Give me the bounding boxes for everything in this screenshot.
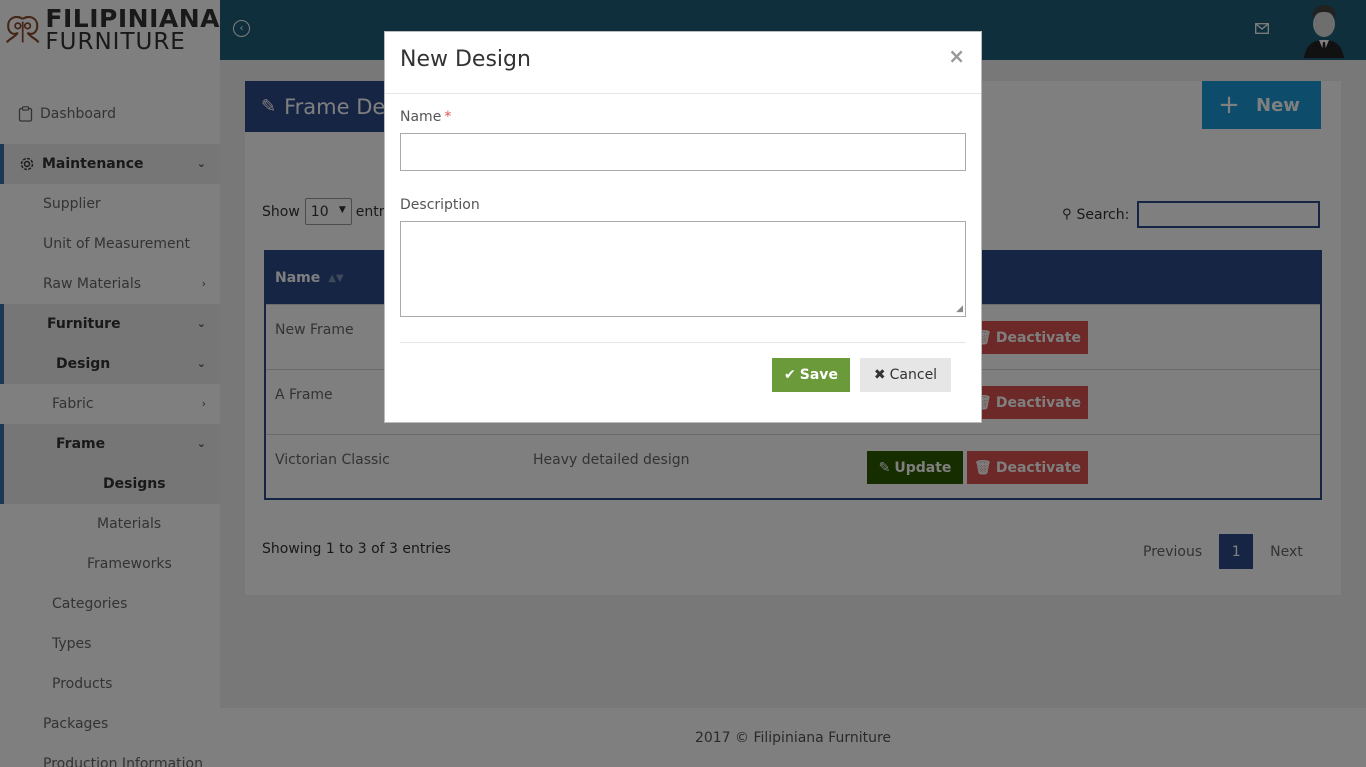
name-input[interactable] <box>400 133 966 171</box>
description-textarea[interactable]: ◢ <box>400 221 966 317</box>
name-label: Name <box>400 109 442 125</box>
save-button-label: Save <box>799 367 838 383</box>
modal-header: New Design × <box>385 32 981 94</box>
cancel-button[interactable]: ✖ Cancel <box>860 358 951 392</box>
cancel-button-label: Cancel <box>889 367 938 383</box>
new-design-modal: New Design × Name * Description ◢ ✔ Save … <box>384 31 982 423</box>
description-label: Description <box>400 197 480 213</box>
x-icon: ✖ <box>873 367 886 383</box>
check-icon: ✔ <box>784 367 796 383</box>
name-field-label: Name * <box>400 109 451 125</box>
required-mark: * <box>444 109 452 125</box>
modal-title: New Design <box>400 47 531 72</box>
modal-divider <box>400 342 966 343</box>
save-button[interactable]: ✔ Save <box>772 358 850 392</box>
resize-handle-icon[interactable]: ◢ <box>956 304 963 314</box>
close-icon[interactable]: × <box>948 44 965 68</box>
